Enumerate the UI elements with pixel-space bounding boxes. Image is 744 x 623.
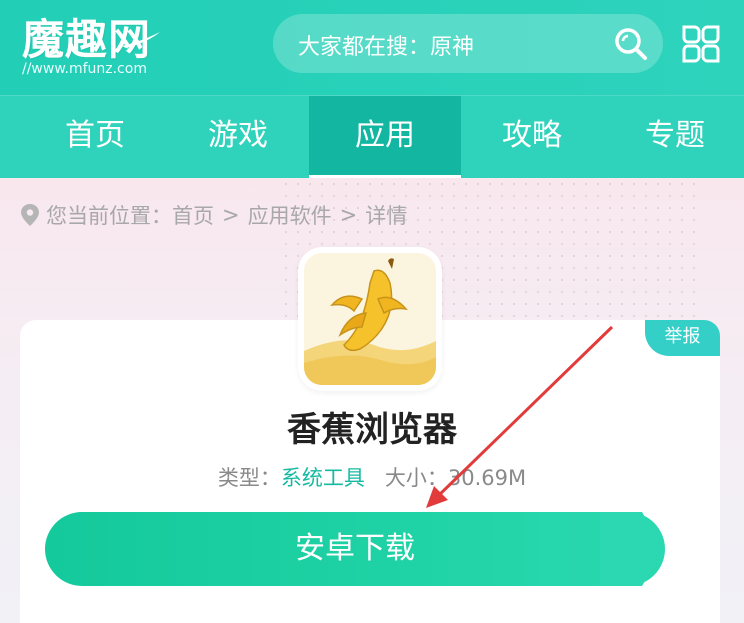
- breadcrumb-separator: >: [339, 203, 358, 227]
- download-button-tail: [600, 512, 664, 586]
- breadcrumb-detail: 详情: [365, 204, 408, 228]
- search-icon[interactable]: [613, 26, 649, 62]
- header: 魔趣网 //www.mfunz.com 大家都在搜：原神: [0, 0, 744, 95]
- size-value: 30.69M: [447, 466, 527, 490]
- nav-item-guides[interactable]: 攻略: [458, 96, 606, 179]
- nav-item-apps[interactable]: 应用: [309, 96, 461, 179]
- nav-item-home[interactable]: 首页: [20, 96, 170, 179]
- type-value-link[interactable]: 系统工具: [281, 466, 365, 490]
- app-meta: 类型：系统工具 大小：30.69M: [0, 462, 744, 492]
- breadcrumb-home[interactable]: 首页: [172, 200, 214, 230]
- nav-item-games[interactable]: 游戏: [164, 96, 312, 179]
- breadcrumb: 您当前位置： 首页 > 应用软件 > 详情: [20, 200, 407, 230]
- breadcrumb-apps[interactable]: 应用软件: [248, 200, 332, 230]
- app-icon: [304, 253, 436, 385]
- grid-menu-icon[interactable]: [680, 23, 722, 65]
- app-name: 香蕉浏览器: [287, 410, 457, 450]
- search-input[interactable]: 大家都在搜：原神: [298, 29, 474, 61]
- app-icon-frame: [298, 247, 442, 391]
- android-download-button[interactable]: 安卓下载: [45, 512, 665, 586]
- banana-icon: [304, 253, 436, 385]
- search-bar[interactable]: 大家都在搜：原神: [273, 14, 663, 73]
- main-nav: 首页 游戏 应用 攻略 专题: [0, 95, 744, 179]
- breadcrumb-prefix: 您当前位置：: [46, 204, 172, 228]
- logo-swoosh-icon: [122, 32, 160, 48]
- size-label: 大小：: [384, 466, 448, 490]
- breadcrumb-separator: >: [222, 203, 240, 227]
- location-pin-icon: [21, 204, 39, 226]
- type-label: 类型：: [217, 466, 281, 490]
- logo-url: //www.mfunz.com: [22, 61, 147, 77]
- nav-item-topics[interactable]: 专题: [600, 96, 744, 179]
- report-button[interactable]: 举报: [645, 320, 720, 356]
